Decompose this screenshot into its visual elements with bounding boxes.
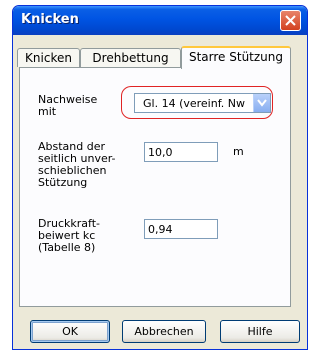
- ok-button-label: OK: [62, 325, 78, 338]
- abstand-input-value: 10,0: [148, 146, 173, 159]
- title-bar[interactable]: Knicken: [13, 6, 307, 35]
- tab-drehbettung[interactable]: Drehbettung: [80, 48, 181, 67]
- close-icon: [285, 15, 296, 26]
- abstand-label-line: Stützung: [38, 176, 88, 189]
- help-button-label: Hilfe: [247, 325, 273, 338]
- ok-button[interactable]: OK: [30, 320, 110, 343]
- nachweise-label: Nachweise mit: [38, 94, 97, 118]
- druck-input-value: 0,94: [148, 223, 173, 236]
- tab-knicken-label: Knicken: [25, 51, 72, 65]
- druck-input[interactable]: 0,94: [144, 219, 218, 239]
- help-button[interactable]: Hilfe: [220, 320, 300, 343]
- tab-knicken[interactable]: Knicken: [17, 48, 80, 67]
- cancel-button[interactable]: Abbrechen: [122, 320, 206, 343]
- abstand-label: Abstand der seitlich unver- schieblichen…: [38, 141, 116, 189]
- window-title: Knicken: [21, 12, 79, 27]
- close-button[interactable]: [280, 10, 301, 31]
- cancel-button-label: Abbrechen: [134, 325, 194, 338]
- tab-drehbettung-label: Drehbettung: [92, 51, 169, 65]
- nachweise-label-line: mit: [38, 105, 57, 118]
- druck-label-line: (Tabelle 8): [38, 241, 96, 254]
- abstand-unit: m: [233, 145, 244, 158]
- highlight-annotation: [121, 86, 273, 119]
- tab-starre-stuetzung-label: Starre Stützung: [188, 50, 284, 64]
- tab-starre-stuetzung[interactable]: Starre Stützung: [181, 46, 291, 69]
- abstand-input[interactable]: 10,0: [144, 142, 218, 162]
- druck-label: Druckkraft- beiwert kc (Tabelle 8): [38, 218, 100, 254]
